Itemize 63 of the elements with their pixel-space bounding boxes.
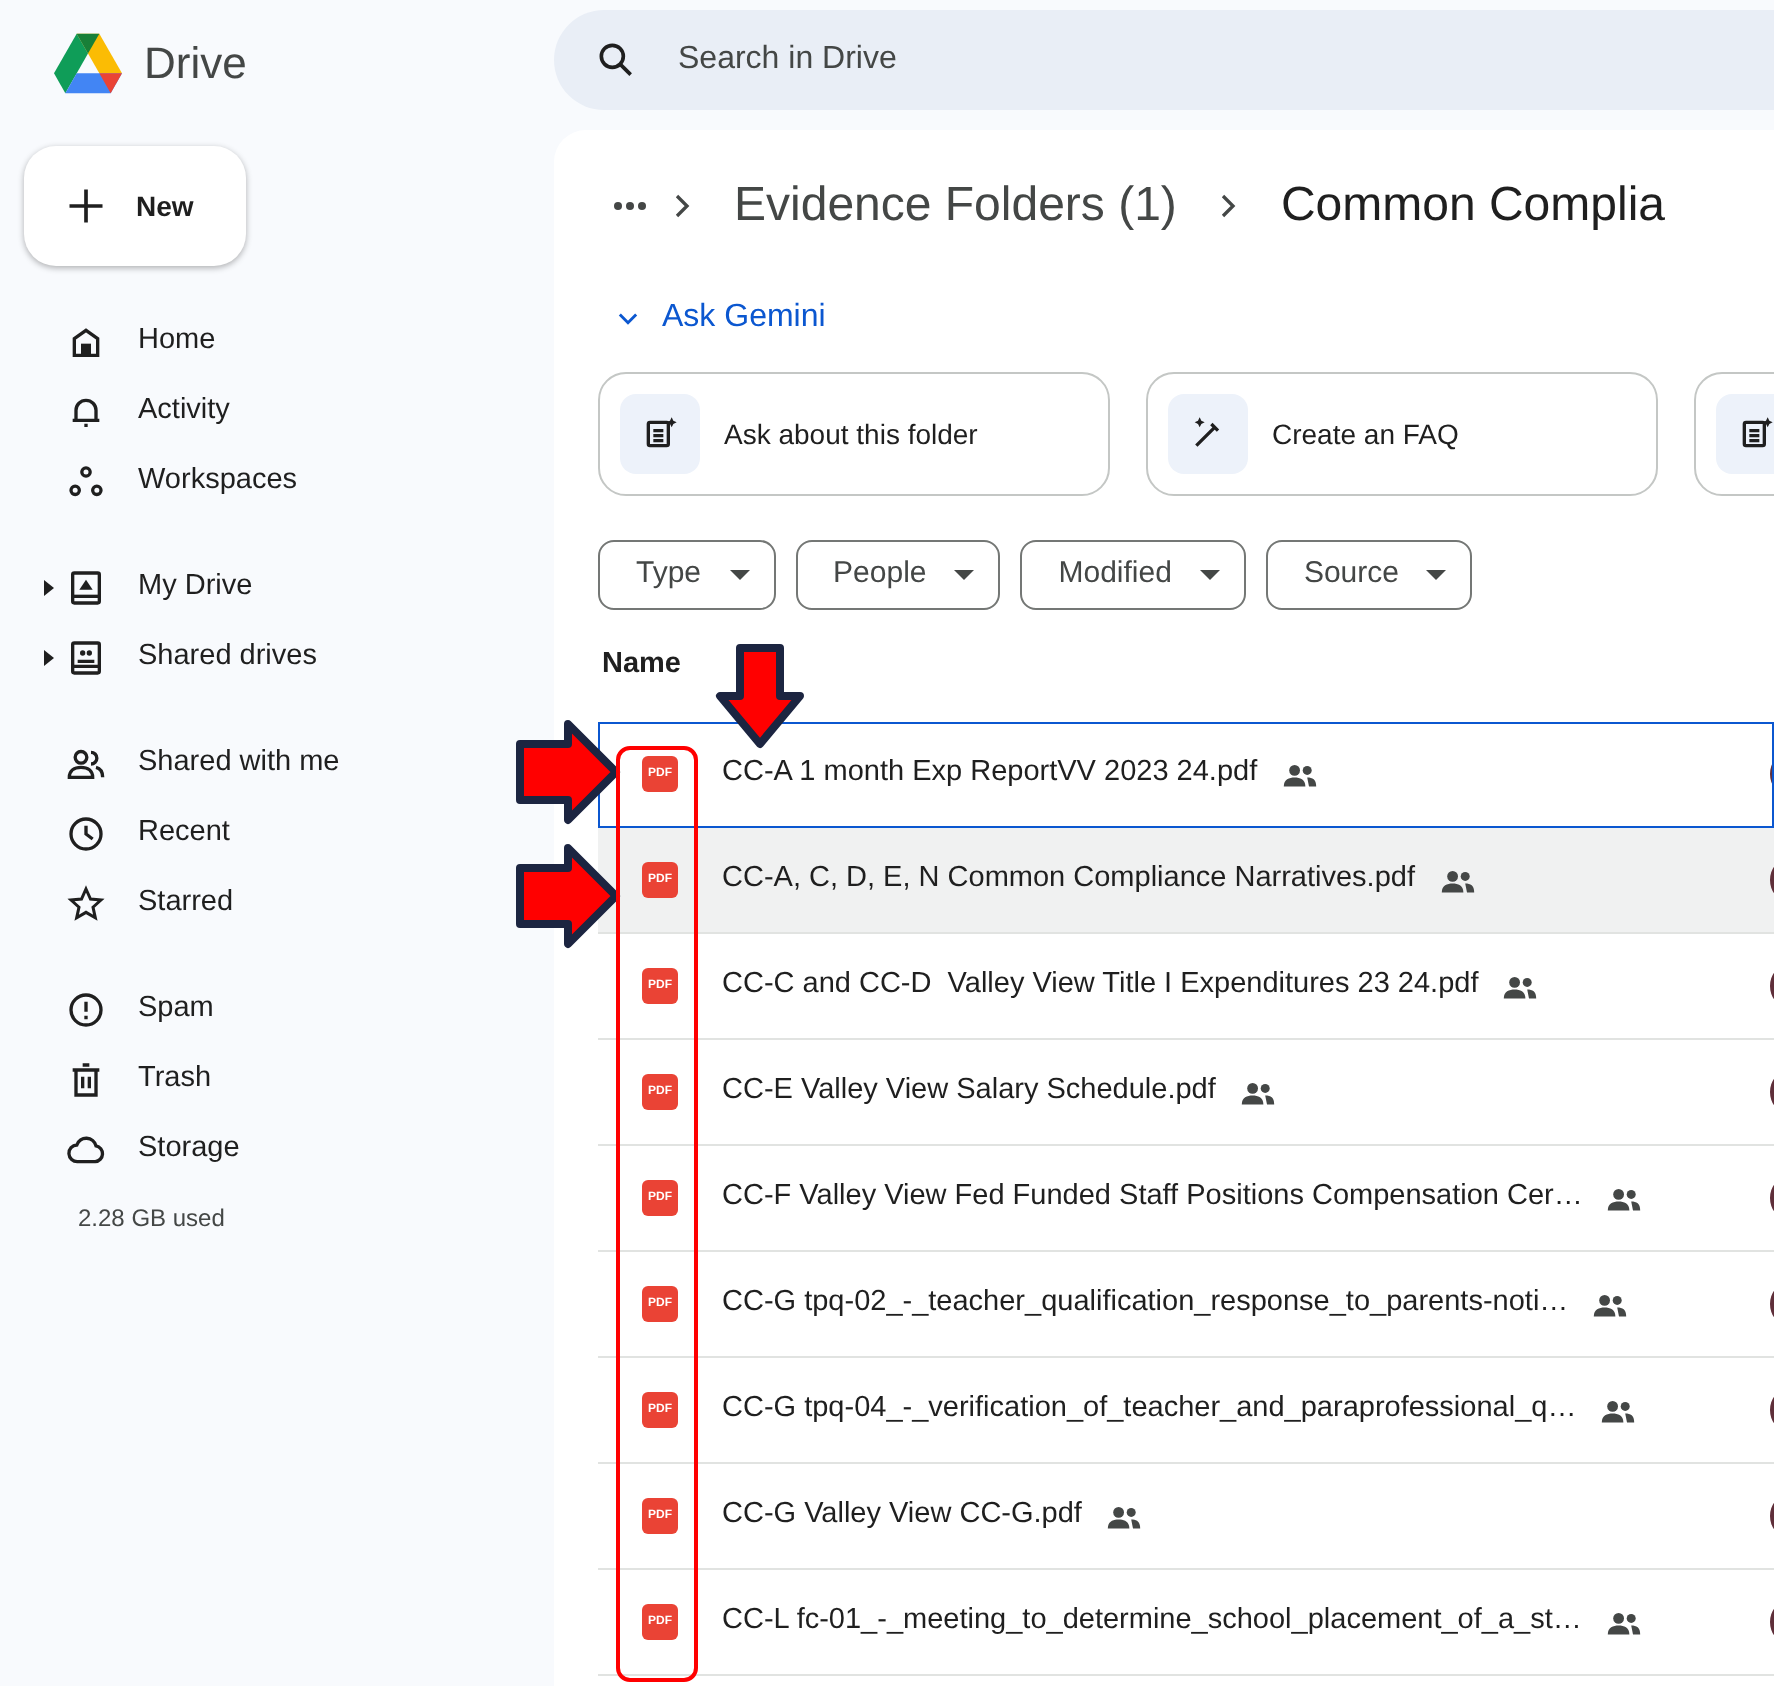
people-icon: [1502, 972, 1539, 1000]
drive-icon: [66, 567, 106, 607]
search-icon: [594, 38, 638, 82]
file-name: CC-G tpq-02_-_teacher_qualification_response_to_parents-noti…: [722, 1284, 1569, 1323]
filter-chip[interactable]: Modified: [1020, 540, 1246, 610]
sidebar-item[interactable]: Shared drives: [0, 622, 470, 692]
expand-arrow-icon: [44, 579, 54, 595]
annotation-arrow: [516, 844, 620, 948]
sidebar-item[interactable]: Workspaces: [0, 446, 470, 516]
workspaces-icon: [66, 461, 106, 501]
filter-chip[interactable]: Source: [1265, 540, 1473, 610]
file-name: CC-A 1 month Exp ReportVV 2023 24.pdf: [722, 754, 1258, 793]
sidebar-item[interactable]: Spam: [0, 974, 470, 1044]
new-button[interactable]: New: [24, 146, 246, 266]
file-name: CC-A, C, D, E, N Common Compliance Narratives.pdf: [722, 860, 1415, 899]
sidebar-item[interactable]: Recent: [0, 798, 470, 868]
filter-chip[interactable]: Type: [598, 540, 776, 610]
file-name: CC-G Valley View CC-G.pdf: [722, 1496, 1082, 1535]
drive-logo-icon: [48, 28, 128, 96]
star-icon: [66, 883, 106, 923]
file-name: CC-G tpq-04_-_verification_of_teacher_and_paraprofessional_q…: [722, 1390, 1577, 1429]
storage-usage: 2.28 GB used: [76, 1202, 227, 1236]
sidebar-item[interactable]: Storage: [0, 1114, 470, 1184]
ask-gemini-toggle[interactable]: Ask Gemini: [598, 282, 826, 354]
breadcrumb-link[interactable]: Common Complia: [1260, 170, 1685, 242]
caret-icon: [729, 569, 750, 581]
people-icon: [1439, 866, 1475, 894]
plus-icon: [64, 184, 108, 228]
search-bar[interactable]: Search in Drive: [554, 10, 1774, 110]
people-icon: [1606, 1184, 1643, 1212]
expand-arrow-icon: [44, 649, 54, 665]
search-field[interactable]: Search in Drive: [674, 34, 1474, 86]
more-icon: [614, 202, 646, 210]
annotation-arrow: [516, 720, 620, 824]
caret-icon: [1199, 569, 1220, 581]
people-icon: [1605, 1608, 1642, 1636]
people-icon: [1592, 1290, 1629, 1318]
clock-icon: [66, 813, 106, 853]
sidebar-item[interactable]: Starred: [0, 868, 470, 938]
spam-icon: [66, 989, 106, 1029]
breadcrumb-link[interactable]: Evidence Folders (1): [714, 170, 1197, 242]
file-name: CC-L fc-01_-_meeting_to_determine_school_placement_of_a_st…: [722, 1602, 1582, 1641]
shared-drive-icon: [66, 637, 106, 677]
sidebar-item[interactable]: Trash: [0, 1044, 470, 1114]
file-name: CC-C and CC-D Valley View Title I Expenditures 23 24.pdf: [722, 966, 1479, 1005]
people-icon: [1281, 760, 1318, 788]
sidebar-item[interactable]: My Drive: [0, 552, 470, 622]
caret-icon: [954, 569, 975, 581]
app-name: Drive: [144, 35, 247, 91]
people-icon: [1600, 1396, 1637, 1424]
sidebar-item[interactable]: Activity: [0, 376, 470, 446]
sidebar-item[interactable]: Home: [0, 306, 470, 376]
people-icon: [1239, 1078, 1276, 1106]
sidebar-item[interactable]: Shared with me: [0, 728, 470, 798]
filter-chip[interactable]: People: [795, 540, 1001, 610]
caret-icon: [1426, 569, 1447, 581]
suggestion-card[interactable]: Ask about this folder: [598, 372, 1110, 496]
column-header[interactable]: Name: [598, 610, 1774, 722]
annotation-arrow: [716, 644, 804, 748]
file-name: CC-F Valley View Fed Funded Staff Positions Compensation Cer…: [722, 1178, 1583, 1217]
people-icon: [1105, 1502, 1142, 1530]
suggestion-card[interactable]: Create an FAQ: [1146, 372, 1658, 496]
file-name: CC-E Valley View Salary Schedule.pdf: [722, 1072, 1216, 1111]
